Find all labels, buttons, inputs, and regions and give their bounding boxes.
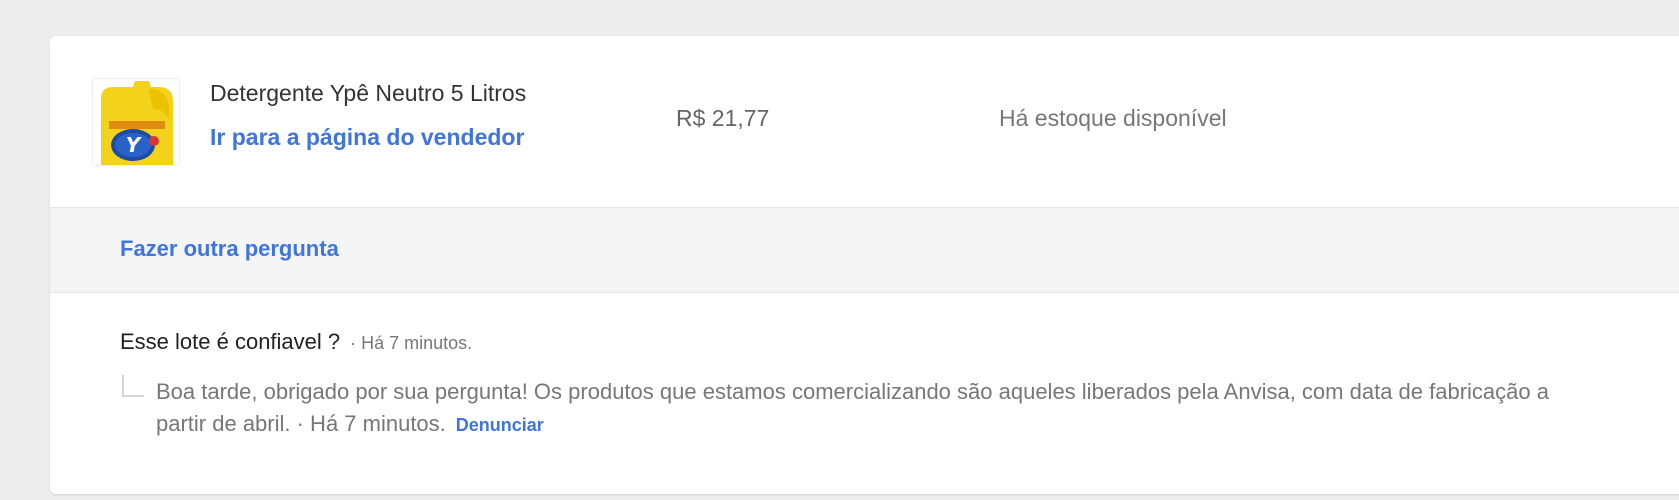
product-title: Detergente Ypê Neutro 5 Litros [210, 80, 527, 106]
question-timestamp: · Há 7 minutos. [350, 333, 473, 353]
product-summary: Y Detergente Ypê Neutro 5 Litros Ir para… [50, 36, 1679, 208]
seller-page-link[interactable]: Ir para a página do vendedor [210, 124, 524, 151]
ask-question-bar: Fazer outra pergunta [50, 208, 1679, 293]
answer: Boa tarde, obrigado por sua pergunta! Os… [156, 376, 1576, 441]
answer-thread-icon [122, 375, 144, 397]
question: Esse lote é confiavel ? · Há 7 minutos. [120, 329, 472, 355]
answer-text: Boa tarde, obrigado por sua pergunta! Os… [156, 379, 1549, 436]
ask-another-question-link[interactable]: Fazer outra pergunta [120, 236, 339, 262]
report-link[interactable]: Denunciar [456, 415, 544, 435]
detergent-bottle-icon: Y [93, 79, 179, 165]
question-card: Y Detergente Ypê Neutro 5 Litros Ir para… [50, 36, 1679, 494]
question-text: Esse lote é confiavel ? [120, 329, 341, 354]
stock-status: Há estoque disponível [999, 105, 1227, 131]
product-price: R$ 21,77 [676, 105, 770, 131]
svg-text:Y: Y [126, 133, 143, 157]
product-thumbnail[interactable]: Y [92, 78, 180, 166]
